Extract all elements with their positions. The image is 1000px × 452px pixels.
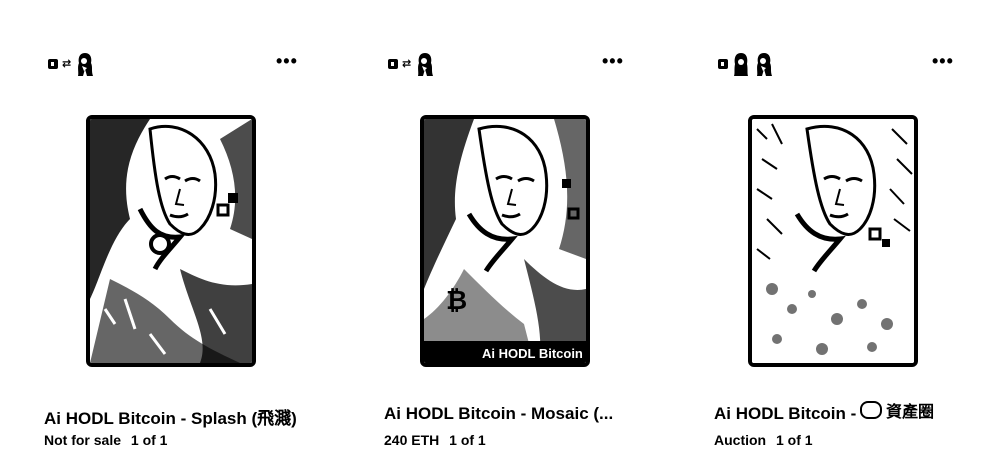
creator-avatars[interactable]: ⇄ [388,50,435,78]
chat-bubble-icon [860,401,882,419]
nft-card-mosaic[interactable]: ⇄ ••• ₿ Ai HODL Bitcoin Ai HODL Bitcoin … [380,0,680,452]
creator-avatar-icon [78,53,94,76]
source-watermark: 資產圈 [858,398,937,422]
nft-title-link[interactable]: Ai HODL Bitcoin - Mosaic (... [384,404,613,424]
nft-meta: Auction 1 of 1 [714,432,813,448]
nft-meta: Not for sale 1 of 1 [44,432,167,448]
swap-icon: ⇄ [62,57,72,70]
nft-meta: 240 ETH 1 of 1 [384,432,486,448]
edition-count: 1 of 1 [130,432,168,448]
creator-badge-icon [718,59,728,69]
artwork-image [752,119,914,363]
creator-avatars[interactable] [718,50,774,78]
artwork-thumbnail[interactable] [748,115,918,367]
swap-icon: ⇄ [402,57,412,70]
nft-card-auction[interactable]: ••• Ai HODL Bitcoin - Auction 1 of 1 [710,0,1000,452]
nft-title-link[interactable]: Ai HODL Bitcoin - [714,404,856,424]
sale-status: Not for sale [44,432,122,448]
artwork-thumbnail[interactable]: ₿ Ai HODL Bitcoin [420,115,590,367]
collaborator-avatar-icon [734,53,748,76]
artwork-image [90,119,252,363]
more-options-icon[interactable]: ••• [932,52,954,70]
artwork-image: ₿ [424,119,586,363]
creator-avatar-icon [418,53,434,76]
more-options-icon[interactable]: ••• [602,52,624,70]
creator-badge-icon [388,59,398,69]
creator-badge-icon [48,59,58,69]
nft-title-link[interactable]: Ai HODL Bitcoin - Splash (飛濺) [44,404,297,429]
edition-count: 1 of 1 [449,432,486,448]
edition-count: 1 of 1 [776,432,813,448]
price: 240 ETH [384,432,440,448]
more-options-icon[interactable]: ••• [276,52,298,70]
watermark-text: 資產圈 [886,404,935,421]
artwork-caption: Ai HODL Bitcoin [482,346,583,361]
nft-card-splash[interactable]: ⇄ ••• Ai HODL Bitcoin - Splash (飛濺) Not … [40,0,340,452]
creator-avatar-icon [757,53,772,76]
creator-avatars[interactable]: ⇄ [48,50,95,78]
artwork-thumbnail[interactable] [86,115,256,367]
auction-status: Auction [714,432,767,448]
